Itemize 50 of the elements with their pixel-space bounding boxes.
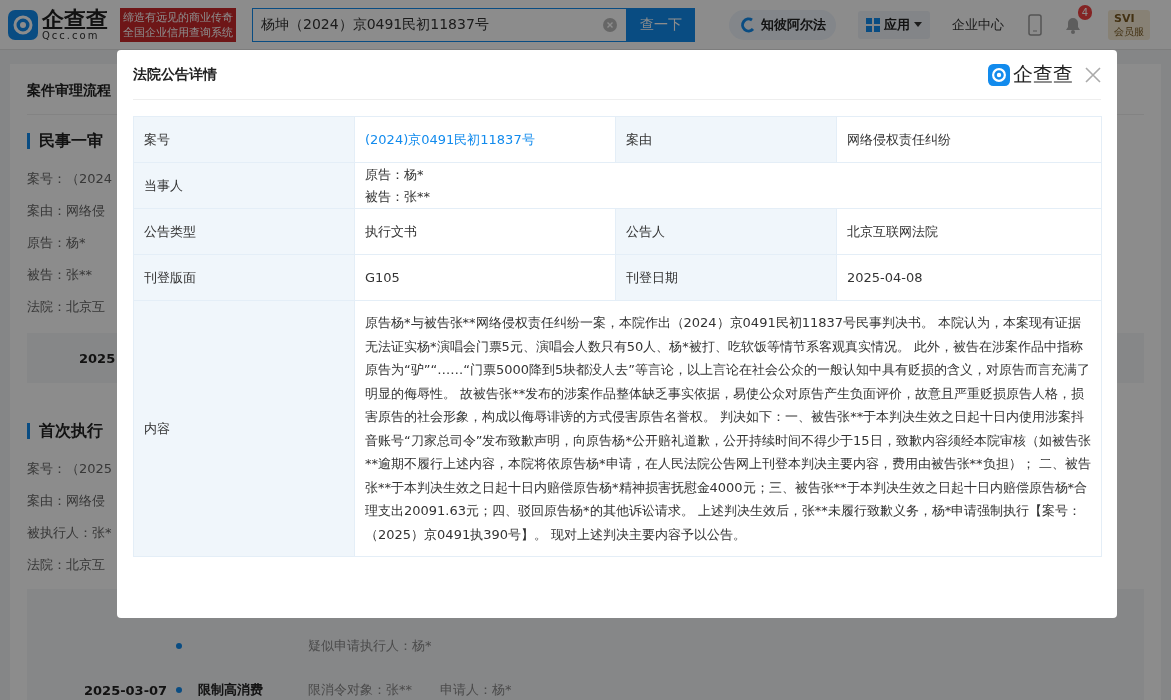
- case-field: 被告：张**: [27, 259, 92, 291]
- field-label: 内容: [133, 300, 355, 557]
- timeline-dot: [176, 643, 182, 649]
- case-field: 案号：（2025: [27, 453, 113, 485]
- case-field: 案号：（2024: [27, 163, 113, 195]
- slogan-banner: 缔造有远见的商业传奇 全国企业信用查询系统: [120, 7, 236, 42]
- field-value: 网络侵权责任纠纷: [847, 131, 951, 147]
- logo-text: 企查查: [42, 8, 108, 31]
- field-value: 2025-04-08: [847, 270, 923, 285]
- grid-icon: [866, 17, 880, 32]
- clear-icon[interactable]: [603, 17, 617, 32]
- notification-badge: 4: [1077, 4, 1092, 20]
- field-value: 执行文书: [365, 223, 417, 239]
- enterprise-center-link[interactable]: 企业中心: [952, 15, 1004, 34]
- case-field: 案由：网络侵: [27, 485, 105, 517]
- apps-button[interactable]: 应用: [858, 10, 930, 39]
- phone-icon[interactable]: [1028, 13, 1042, 36]
- case-field: 案由：网络侵: [27, 195, 105, 227]
- case-field: 法院：北京互: [27, 291, 105, 323]
- field-label: 公告类型: [133, 208, 355, 255]
- field-label: 案号: [133, 116, 355, 163]
- case-field: 原告：杨*: [27, 227, 86, 259]
- party-line: 被告：张**: [365, 187, 431, 206]
- field-label: 当事人: [133, 162, 355, 209]
- field-label: 案由: [615, 116, 837, 163]
- brand-text: 企查查: [1013, 61, 1073, 88]
- field-value: 北京互联网法院: [847, 223, 938, 239]
- timeline-title: 限制高消费: [198, 682, 263, 697]
- case-field: 法院：北京互: [27, 549, 105, 581]
- section-title: 案件审理流程: [27, 82, 112, 100]
- timeline-date: 2025: [79, 350, 116, 366]
- search-field[interactable]: 杨坤（2024）京0491民初11837号: [252, 7, 627, 42]
- field-label: 刊登版面: [133, 254, 355, 301]
- timeline-detail: 申请人：杨*: [440, 681, 512, 699]
- timeline-dot: [176, 687, 182, 693]
- caret-icon: [914, 22, 922, 27]
- field-label: 刊登日期: [615, 254, 837, 301]
- field-value: G105: [365, 270, 400, 285]
- timeline-date: 2025-03-07: [84, 682, 168, 698]
- vip-badge[interactable]: SVI 会员服: [1108, 9, 1150, 40]
- close-icon[interactable]: [1085, 66, 1101, 83]
- timeline-detail: 疑似申请执行人：杨*: [308, 637, 432, 655]
- party-line: 原告：杨*: [365, 165, 425, 184]
- dialog-title: 法院公告详情: [133, 65, 218, 84]
- field-label: 公告人: [615, 208, 837, 255]
- logo-domain: Qcc.com: [42, 30, 101, 41]
- search-button[interactable]: 查一下: [627, 7, 695, 42]
- case-field: 被执行人：张*: [27, 517, 112, 549]
- timeline-detail: 限消令对象：张**: [308, 681, 412, 699]
- alpha-button[interactable]: 知彼阿尔法: [729, 9, 836, 40]
